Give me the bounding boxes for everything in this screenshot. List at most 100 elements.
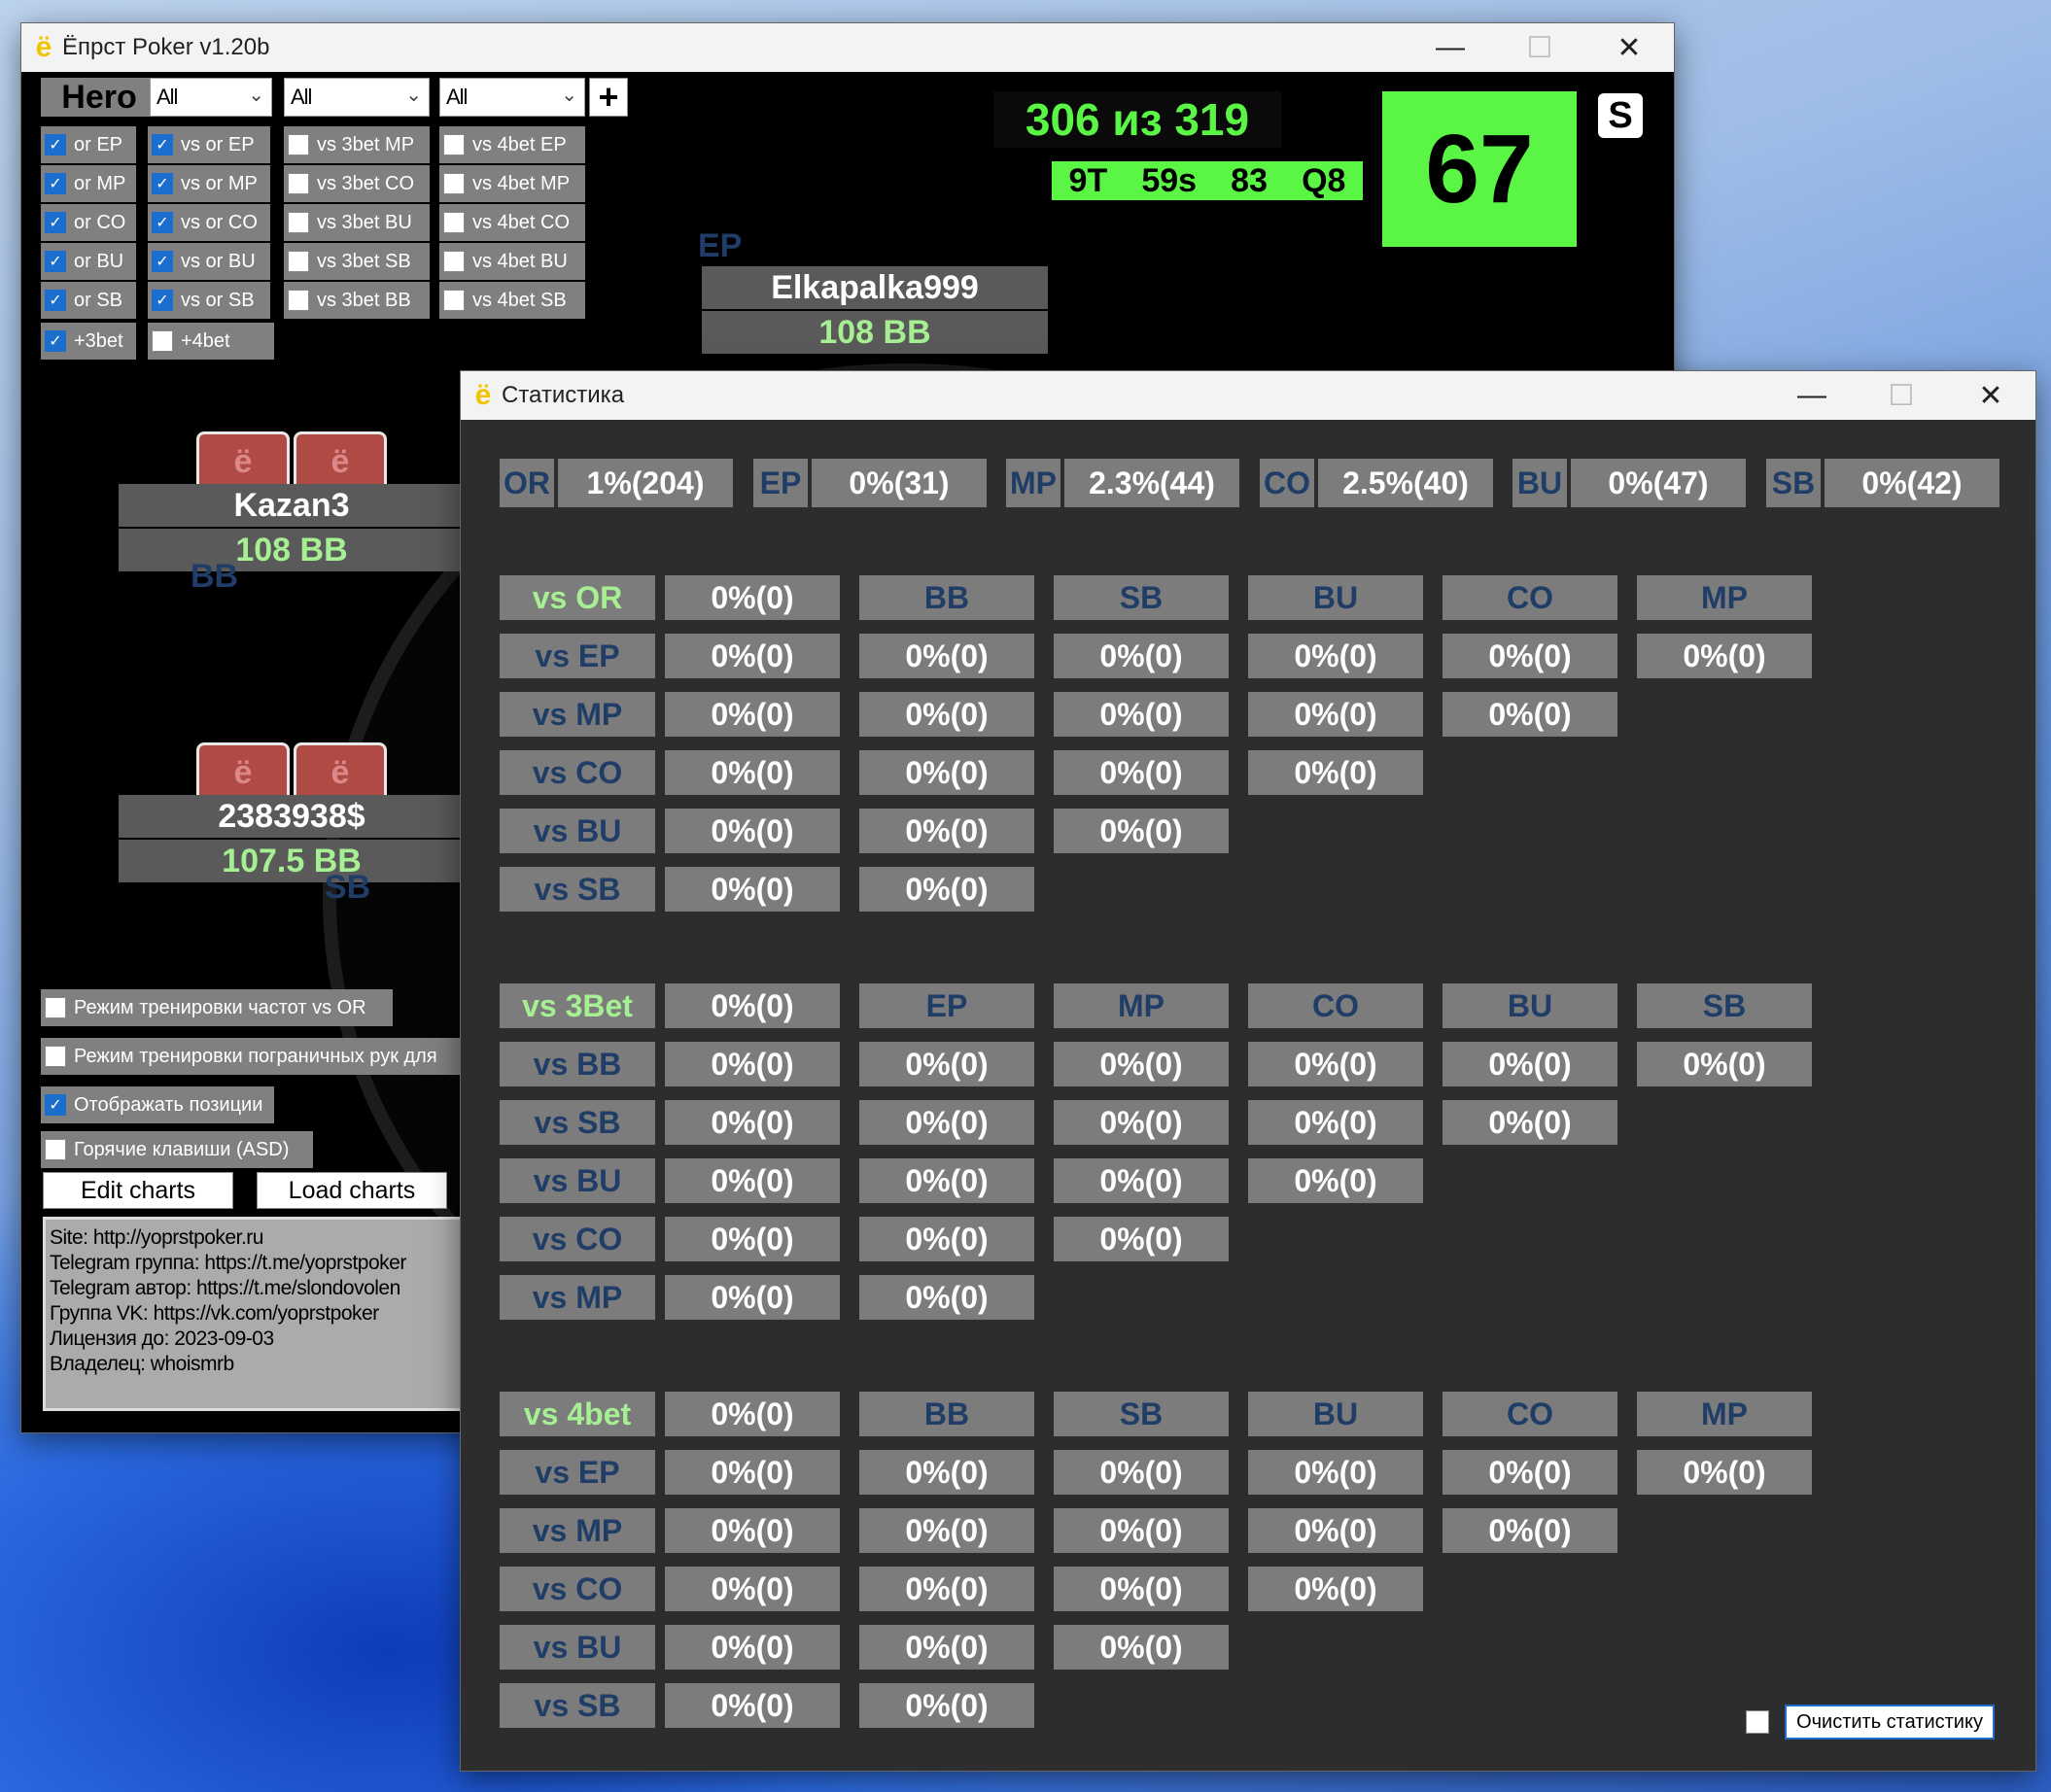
filter-checkbox[interactable]: vs 3bet CO (284, 165, 430, 202)
checkbox-icon[interactable] (443, 212, 465, 233)
checkbox-icon[interactable]: ✓ (152, 134, 173, 155)
filter-checkbox[interactable]: ✓ or BU (41, 243, 136, 280)
stat-cell: 0%(0) (1054, 1625, 1229, 1670)
stat-cell: 0%(0) (665, 1042, 840, 1086)
checkbox-icon[interactable] (45, 997, 66, 1018)
close-button[interactable]: ✕ (1584, 23, 1674, 72)
checkbox-icon[interactable] (288, 251, 309, 272)
row-label: vs BU (500, 1158, 655, 1203)
minimize-button[interactable]: — (1767, 371, 1857, 420)
stat-cell: 0%(0) (665, 1217, 840, 1261)
filter-checkbox[interactable]: ✓ vs or BU (148, 243, 270, 280)
column-header: CO (1443, 1392, 1617, 1436)
filter-checkbox[interactable]: ✓ or MP (41, 165, 136, 202)
checkbox-icon[interactable] (152, 330, 173, 352)
checkbox-icon[interactable]: ✓ (152, 251, 173, 272)
row-label: vs CO (500, 750, 655, 795)
row-label: vs MP (500, 692, 655, 737)
filter-dropdown-3[interactable]: All ⌄ (439, 78, 585, 117)
clear-checkbox[interactable] (1746, 1710, 1769, 1734)
option-checkbox[interactable]: Режим тренировки частот vs OR (41, 989, 393, 1026)
option-checkbox[interactable]: Режим тренировки пограничных рук для (41, 1038, 469, 1075)
close-button[interactable]: ✕ (1946, 371, 2035, 420)
bet-filter-checkbox[interactable]: +4bet (148, 323, 274, 360)
checkbox-icon[interactable]: ✓ (45, 251, 66, 272)
stat-cell: 0%(0) (665, 1100, 840, 1145)
checkbox-icon[interactable]: ✓ (152, 173, 173, 194)
filter-checkbox[interactable]: vs 3bet BB (284, 282, 430, 319)
filter-checkbox[interactable]: vs 4bet CO (439, 204, 585, 241)
checkbox-icon[interactable] (45, 1139, 66, 1160)
filter-checkbox[interactable]: vs 3bet BU (284, 204, 430, 241)
column-header: CO (1248, 983, 1423, 1028)
info-line: Telegram автор: https://t.me/slondovolen (50, 1277, 400, 1299)
player-stack: 108 BB (119, 529, 465, 571)
option-checkbox[interactable]: Горячие клавиши (ASD) (41, 1131, 313, 1168)
checkbox-icon[interactable] (288, 134, 309, 155)
filter-checkbox[interactable]: vs 4bet SB (439, 282, 585, 319)
stat-cell: 0%(0) (665, 1275, 840, 1320)
checkbox-label: vs or BU (181, 250, 256, 272)
hand-info-item: 59s (1141, 161, 1198, 199)
filter-checkbox[interactable]: ✓ vs or EP (148, 126, 270, 163)
checkbox-label: Режим тренировки пограничных рук для (74, 1045, 437, 1067)
checkbox-icon[interactable] (288, 212, 309, 233)
filter-dropdown-2[interactable]: All ⌄ (284, 78, 430, 117)
checkbox-icon[interactable]: ✓ (45, 134, 66, 155)
filter-checkbox[interactable]: vs 4bet BU (439, 243, 585, 280)
section-total: 0%(0) (665, 1392, 840, 1436)
checkbox-icon[interactable] (443, 173, 465, 194)
row-label: vs BB (500, 1042, 655, 1086)
filter-checkbox[interactable]: ✓ vs or SB (148, 282, 270, 319)
checkbox-icon[interactable]: ✓ (45, 290, 66, 311)
hole-card: ё (196, 431, 290, 486)
filter-checkbox[interactable]: vs 4bet MP (439, 165, 585, 202)
hand-info-item: 9T (1068, 161, 1108, 199)
checkbox-icon[interactable]: ✓ (45, 212, 66, 233)
checkbox-icon[interactable] (45, 1046, 66, 1067)
bet-filter-checkbox[interactable]: ✓ +3bet (41, 323, 136, 360)
checkbox-icon[interactable] (443, 251, 465, 272)
row-label: vs BU (500, 809, 655, 853)
checkbox-icon[interactable]: ✓ (152, 290, 173, 311)
section-title: vs 4bet (500, 1392, 655, 1436)
filter-checkbox[interactable]: ✓ or SB (41, 282, 136, 319)
filter-dropdown-1[interactable]: All ⌄ (150, 78, 272, 117)
load-charts-button[interactable]: Load charts (257, 1172, 447, 1209)
checkbox-icon[interactable] (443, 290, 465, 311)
row-label: vs SB (500, 1100, 655, 1145)
checkbox-icon[interactable]: ✓ (45, 330, 66, 352)
edit-charts-button[interactable]: Edit charts (43, 1172, 233, 1209)
checkbox-label: vs 4bet SB (472, 289, 567, 311)
checkbox-icon[interactable] (288, 290, 309, 311)
checkbox-icon[interactable] (288, 173, 309, 194)
stat-cell: 0%(0) (1248, 634, 1423, 678)
checkbox-label: +4bet (181, 329, 230, 352)
filter-checkbox[interactable]: vs 3bet SB (284, 243, 430, 280)
add-button[interactable]: + (589, 78, 628, 117)
summary-value: 0%(31) (812, 459, 987, 507)
option-checkbox[interactable]: ✓ Отображать позиции (41, 1086, 274, 1123)
stat-cell: 0%(0) (859, 750, 1034, 795)
filter-checkbox[interactable]: ✓ vs or CO (148, 204, 270, 241)
checkbox-icon[interactable] (443, 134, 465, 155)
filter-checkbox[interactable]: vs 4bet EP (439, 126, 585, 163)
maximize-button[interactable]: ☐ (1495, 23, 1584, 72)
checkbox-icon[interactable]: ✓ (45, 173, 66, 194)
checkbox-label: vs 4bet BU (472, 250, 568, 272)
checkbox-icon[interactable]: ✓ (45, 1094, 66, 1116)
clear-stats-button[interactable]: Очистить статистику (1785, 1705, 1995, 1740)
maximize-button[interactable]: ☐ (1857, 371, 1946, 420)
stats-body: Очистить статистику OR 1%(204) EP 0%(31) MP 2… (461, 420, 2035, 1771)
row-label: vs SB (500, 867, 655, 912)
minimize-button[interactable]: — (1406, 23, 1495, 72)
stat-cell: 0%(0) (859, 1217, 1034, 1261)
filter-checkbox[interactable]: ✓ vs or MP (148, 165, 270, 202)
checkbox-icon[interactable]: ✓ (152, 212, 173, 233)
filter-checkbox[interactable]: ✓ or EP (41, 126, 136, 163)
s-button[interactable]: S (1598, 93, 1643, 138)
stat-cell: 0%(0) (1443, 1100, 1617, 1145)
stat-cell: 0%(0) (665, 1450, 840, 1495)
filter-checkbox[interactable]: ✓ or CO (41, 204, 136, 241)
filter-checkbox[interactable]: vs 3bet MP (284, 126, 430, 163)
